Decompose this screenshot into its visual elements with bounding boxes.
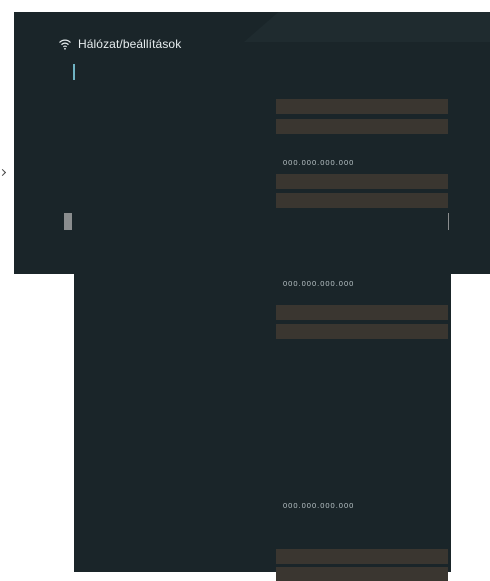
side-chevron-icon (0, 168, 7, 177)
page-title: Hálózat/beállítások (78, 37, 182, 51)
setting-field[interactable] (276, 193, 448, 208)
ip-address-value: 000.000.000.000 (283, 501, 355, 510)
panel-corner-shade (244, 12, 490, 42)
network-settings-header: Hálózat/beállítások (58, 37, 181, 51)
setting-field[interactable] (276, 305, 448, 320)
wifi-icon (58, 37, 72, 51)
setting-field[interactable] (276, 549, 448, 564)
setting-field[interactable] (276, 324, 448, 339)
setting-field[interactable] (276, 119, 448, 134)
setting-field[interactable] (276, 567, 448, 581)
ip-address-value: 000.000.000.000 (283, 279, 355, 288)
setting-field[interactable] (276, 99, 448, 114)
setting-field[interactable] (276, 174, 448, 189)
screen: Hálózat/beállítások 000.000.000.000 000.… (0, 0, 490, 581)
ip-address-value: 000.000.000.000 (283, 158, 355, 167)
scrollbar-thumb-right[interactable] (448, 213, 449, 230)
focus-indicator (73, 64, 75, 80)
scrollbar-thumb-left[interactable] (64, 213, 72, 230)
settings-panel-upper (14, 12, 490, 274)
